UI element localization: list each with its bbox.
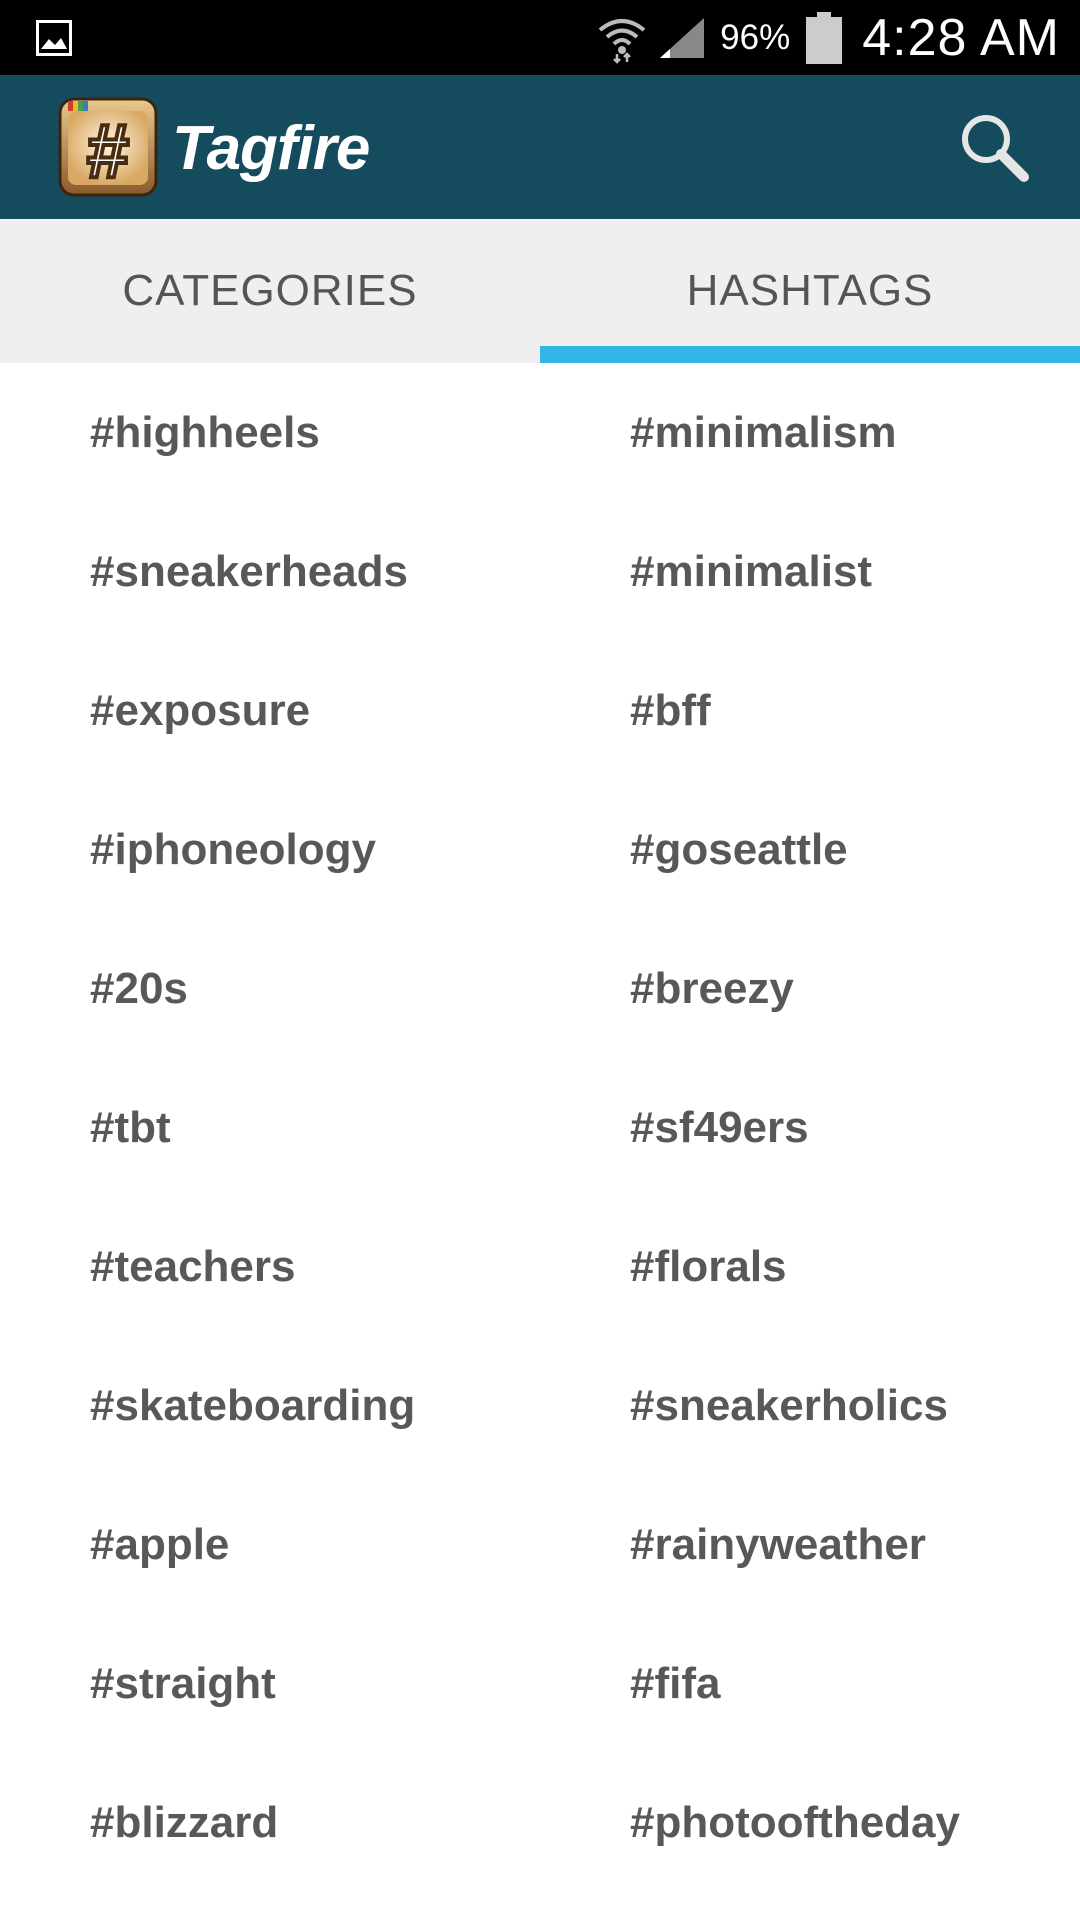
wifi-icon <box>598 18 646 64</box>
hashtag-item[interactable]: #exposure <box>90 641 310 780</box>
hashtag-item[interactable]: #fifa <box>630 1614 720 1753</box>
status-bar: 96% 4:28 AM <box>0 0 1080 75</box>
hashtag-item[interactable]: #highheels <box>90 363 320 502</box>
app-title: Tagfire <box>172 114 370 183</box>
tab-hashtags[interactable]: HASHTAGS <box>540 219 1080 363</box>
signal-icon <box>660 17 705 58</box>
hashtag-item[interactable]: #breezy <box>630 919 794 1058</box>
search-icon[interactable] <box>956 109 1032 185</box>
hashtag-item[interactable]: #minimalist <box>630 502 872 641</box>
hashtag-item[interactable]: #sneakerheads <box>90 502 408 641</box>
svg-text:#: # <box>87 109 129 194</box>
hashtag-item[interactable]: #florals <box>630 1197 787 1336</box>
image-icon <box>36 20 72 56</box>
hashtag-item[interactable]: #blizzard <box>90 1753 278 1892</box>
hashtag-grid: #highheels #minimalism #sneakerheads #mi… <box>0 363 1080 1920</box>
hashtag-item[interactable]: #tbt <box>90 1058 171 1197</box>
hashtag-item[interactable]: #apple <box>90 1475 229 1614</box>
hashtag-item[interactable]: #skateboarding <box>90 1336 415 1475</box>
hashtag-item[interactable]: #sf49ers <box>630 1058 809 1197</box>
hashtag-item[interactable]: #goseattle <box>630 780 848 919</box>
hashtag-item[interactable]: #rainyweather <box>630 1475 926 1614</box>
hashtag-item[interactable]: #minimalism <box>630 363 897 502</box>
battery-percent: 96% <box>720 17 791 57</box>
hashtag-item[interactable]: #teachers <box>90 1197 295 1336</box>
battery-icon <box>806 11 843 64</box>
tab-categories[interactable]: CATEGORIES <box>0 219 540 363</box>
action-bar: # Tagfire <box>0 75 1080 219</box>
tab-bar: CATEGORIES HASHTAGS <box>0 219 1080 363</box>
hashtag-item[interactable]: #sneakerholics <box>630 1336 948 1475</box>
status-time: 4:28 AM <box>862 8 1060 67</box>
hashtag-item[interactable]: #photooftheday <box>630 1753 960 1892</box>
hashtag-item[interactable]: #straight <box>90 1614 276 1753</box>
hashtag-item[interactable]: #20s <box>90 919 188 1058</box>
hashtag-item[interactable]: #iphoneology <box>90 780 376 919</box>
tab-selected-indicator <box>540 346 1080 363</box>
hashtag-item[interactable]: #bff <box>630 641 711 780</box>
hashtag-logo-icon[interactable]: # <box>58 97 158 197</box>
